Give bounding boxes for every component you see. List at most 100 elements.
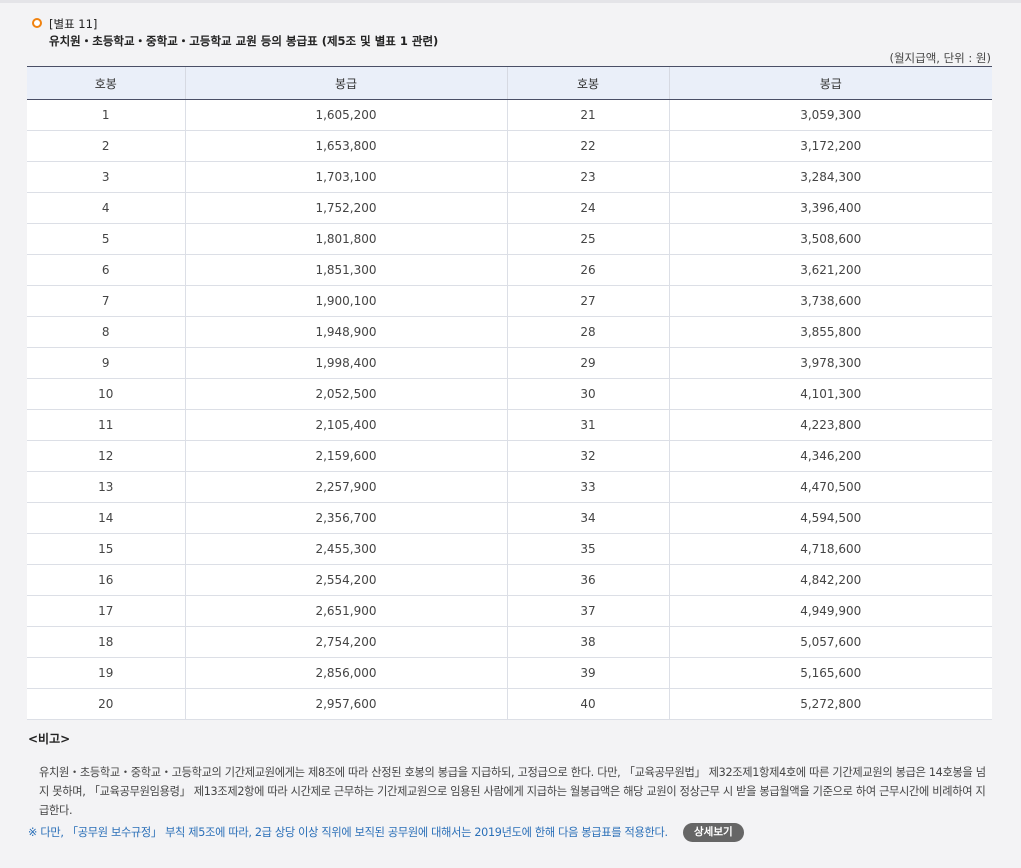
salary-cell: 5,057,600 — [668, 626, 992, 658]
salary-table: 호봉 봉급 호봉 봉급 1 1,605,200 21 3,059,300 2 1,653,… — [27, 66, 992, 720]
grade-cell: 25 — [506, 223, 669, 255]
salary-cell: 3,738,600 — [668, 285, 992, 317]
grade-cell: 5 — [27, 223, 185, 255]
table-row: 20 2,957,600 40 5,272,800 — [27, 688, 992, 720]
grade-cell: 30 — [506, 378, 669, 410]
table-row: 11 2,105,400 31 4,223,800 — [27, 409, 992, 441]
grade-cell: 38 — [506, 626, 669, 658]
salary-cell: 2,356,700 — [184, 502, 507, 534]
grade-cell: 9 — [27, 347, 185, 379]
salary-cell: 3,855,800 — [668, 316, 992, 348]
table-row: 10 2,052,500 30 4,101,300 — [27, 378, 992, 410]
table-row: 6 1,851,300 26 3,621,200 — [27, 254, 992, 286]
salary-cell: 4,949,900 — [668, 595, 992, 627]
table-row: 13 2,257,900 33 4,470,500 — [27, 471, 992, 503]
table-row: 16 2,554,200 36 4,842,200 — [27, 564, 992, 596]
grade-cell: 21 — [506, 99, 669, 131]
grade-cell: 31 — [506, 409, 669, 441]
table-row: 3 1,703,100 23 3,284,300 — [27, 161, 992, 193]
salary-cell: 3,059,300 — [668, 99, 992, 131]
grade-cell: 19 — [27, 657, 185, 689]
grade-cell: 18 — [27, 626, 185, 658]
table-body: 1 1,605,200 21 3,059,300 2 1,653,800 22 3,172,2… — [27, 99, 992, 720]
remarks-title: <비고> — [28, 732, 71, 746]
salary-cell: 3,284,300 — [668, 161, 992, 193]
salary-cell: 4,718,600 — [668, 533, 992, 565]
table-row: 17 2,651,900 37 4,949,900 — [27, 595, 992, 627]
grade-cell: 28 — [506, 316, 669, 348]
salary-cell: 1,801,800 — [184, 223, 507, 255]
salary-cell: 2,856,000 — [184, 657, 507, 689]
grade-cell: 13 — [27, 471, 185, 503]
grade-cell: 26 — [506, 254, 669, 286]
table-row: 14 2,356,700 34 4,594,500 — [27, 502, 992, 534]
grade-cell: 37 — [506, 595, 669, 627]
salary-cell: 1,851,300 — [184, 254, 507, 286]
salary-cell: 2,052,500 — [184, 378, 507, 410]
grade-cell: 27 — [506, 285, 669, 317]
salary-cell: 3,396,400 — [668, 192, 992, 224]
grade-cell: 16 — [27, 564, 185, 596]
salary-cell: 2,957,600 — [184, 688, 507, 720]
table-row: 5 1,801,800 25 3,508,600 — [27, 223, 992, 255]
table-row: 9 1,998,400 29 3,978,300 — [27, 347, 992, 379]
grade-cell: 2 — [27, 130, 185, 162]
grade-cell: 3 — [27, 161, 185, 193]
salary-cell: 5,272,800 — [668, 688, 992, 720]
salary-cell: 4,594,500 — [668, 502, 992, 534]
salary-cell: 2,554,200 — [184, 564, 507, 596]
grade-cell: 6 — [27, 254, 185, 286]
salary-cell: 5,165,600 — [668, 657, 992, 689]
salary-cell: 4,842,200 — [668, 564, 992, 596]
grade-cell: 11 — [27, 409, 185, 441]
salary-cell: 1,703,100 — [184, 161, 507, 193]
view-details-button[interactable]: 상세보기 — [683, 823, 744, 842]
grade-cell: 7 — [27, 285, 185, 317]
column-header-salary: 봉급 — [184, 66, 507, 100]
table-row: 12 2,159,600 32 4,346,200 — [27, 440, 992, 472]
grade-cell: 40 — [506, 688, 669, 720]
grade-cell: 4 — [27, 192, 185, 224]
table-row: 18 2,754,200 38 5,057,600 — [27, 626, 992, 658]
grade-cell: 23 — [506, 161, 669, 193]
salary-cell: 2,754,200 — [184, 626, 507, 658]
table-row: 15 2,455,300 35 4,718,600 — [27, 533, 992, 565]
top-divider — [0, 0, 1021, 3]
salary-cell: 2,105,400 — [184, 409, 507, 441]
grade-cell: 29 — [506, 347, 669, 379]
table-header-row: 호봉 봉급 호봉 봉급 — [27, 66, 992, 100]
salary-cell: 1,752,200 — [184, 192, 507, 224]
table-row: 19 2,856,000 39 5,165,600 — [27, 657, 992, 689]
column-header-grade: 호봉 — [27, 66, 185, 100]
salary-cell: 2,455,300 — [184, 533, 507, 565]
salary-cell: 1,605,200 — [184, 99, 507, 131]
salary-cell: 1,900,100 — [184, 285, 507, 317]
salary-cell: 3,508,600 — [668, 223, 992, 255]
grade-cell: 20 — [27, 688, 185, 720]
column-header-salary: 봉급 — [668, 66, 992, 100]
salary-cell: 1,653,800 — [184, 130, 507, 162]
grade-cell: 33 — [506, 471, 669, 503]
table-row: 2 1,653,800 22 3,172,200 — [27, 130, 992, 162]
salary-cell: 2,257,900 — [184, 471, 507, 503]
grade-cell: 39 — [506, 657, 669, 689]
table-row: 8 1,948,900 28 3,855,800 — [27, 316, 992, 348]
salary-cell: 4,470,500 — [668, 471, 992, 503]
salary-cell: 1,998,400 — [184, 347, 507, 379]
table-title: 유치원・초등학교・중학교・고등학교 교원 등의 봉급표 (제5조 및 별표 1 … — [49, 34, 439, 48]
salary-cell: 2,651,900 — [184, 595, 507, 627]
grade-cell: 34 — [506, 502, 669, 534]
salary-cell: 1,948,900 — [184, 316, 507, 348]
grade-cell: 36 — [506, 564, 669, 596]
table-row: 4 1,752,200 24 3,396,400 — [27, 192, 992, 224]
grade-cell: 22 — [506, 130, 669, 162]
salary-cell: 3,621,200 — [668, 254, 992, 286]
grade-cell: 17 — [27, 595, 185, 627]
circle-bullet-icon — [32, 18, 42, 28]
grade-cell: 1 — [27, 99, 185, 131]
footnote: ※ 다만, 「공무원 보수규정」 부칙 제5조에 따라, 2급 상당 이상 직위… — [28, 826, 668, 839]
salary-cell: 3,172,200 — [668, 130, 992, 162]
salary-cell: 2,159,600 — [184, 440, 507, 472]
salary-cell: 4,223,800 — [668, 409, 992, 441]
grade-cell: 35 — [506, 533, 669, 565]
